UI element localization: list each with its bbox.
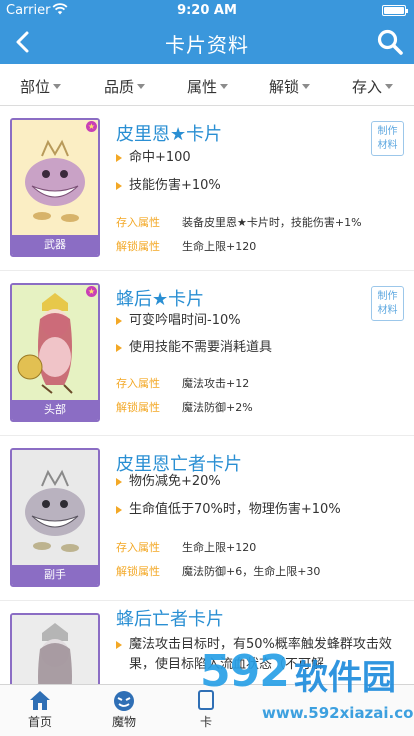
- monster-art-image: [12, 285, 98, 400]
- filter-label: 存入: [352, 78, 383, 96]
- bullet-triangle-icon: [116, 182, 122, 190]
- filter-label: 部位: [20, 78, 51, 96]
- star-quality-icon: ★: [86, 286, 97, 297]
- caret-down-icon: [220, 84, 229, 89]
- monster-art-image: [12, 450, 98, 565]
- caret-down-icon: [385, 84, 394, 89]
- card-effect: 命中+100: [116, 148, 400, 168]
- card-effect-text: 命中+100: [129, 150, 191, 165]
- nav-bar: 卡片资料: [0, 20, 414, 64]
- star-quality-icon: ★: [86, 121, 97, 132]
- monster-art-image: [12, 615, 98, 684]
- deposit-value: 魔法攻击+12: [182, 377, 250, 390]
- site-watermark: 592 软件园 www.592xiazai.com: [186, 636, 414, 736]
- card-effect-text: 技能伤害+10%: [129, 178, 221, 193]
- tab-label: 首页: [27, 715, 52, 729]
- watermark-url: www.592xiazai.com: [262, 704, 414, 722]
- card-effect-text: 生命值低于70%时，物理伤害+10%: [129, 502, 341, 517]
- unlock-label: 解锁属性: [116, 401, 160, 414]
- card-title: 蜂后★卡片: [116, 289, 205, 310]
- bullet-triangle-icon: [116, 317, 122, 325]
- tab-monster[interactable]: 魔物: [94, 689, 154, 730]
- card-title: 皮里恩★卡片: [116, 124, 223, 145]
- page-title: 卡片资料: [165, 33, 249, 57]
- deposit-attribute: 存入属性 装备皮里恩★卡片时，技能伤害+1%: [116, 214, 406, 230]
- tab-home[interactable]: 首页: [10, 689, 70, 730]
- deposit-value: 装备皮里恩★卡片时，技能伤害+1%: [182, 216, 362, 229]
- card-effect: 物伤减免+20%: [116, 472, 400, 492]
- card-row[interactable]: ★ 头部 蜂后★卡片 制作 材料 可变吟唱时间-10% 使用技能不需要消耗道具 存…: [0, 271, 414, 436]
- unlock-value: 魔法防御+6，生命上限+30: [182, 565, 321, 578]
- tab-label: 魔物: [111, 715, 136, 729]
- monster-art-image: [12, 120, 98, 235]
- caret-down-icon: [137, 84, 146, 89]
- card-title: 蜂后亡者卡片: [116, 609, 224, 630]
- watermark-name: 软件园: [294, 658, 396, 698]
- filter-unlock[interactable]: 解锁: [269, 76, 311, 97]
- card-effect: 生命值低于70%时，物理伤害+10%: [116, 500, 400, 520]
- card-row[interactable]: 副手 皮里恩亡者卡片 物伤减免+20% 生命值低于70%时，物理伤害+10% 存…: [0, 436, 414, 601]
- filter-attribute[interactable]: 属性: [187, 76, 229, 97]
- battery-icon: [382, 5, 408, 16]
- unlock-label: 解锁属性: [116, 565, 160, 578]
- bullet-triangle-icon: [116, 506, 122, 514]
- card-slot-label: 副手: [12, 565, 98, 585]
- unlock-label: 解锁属性: [116, 240, 160, 253]
- card-effect: 可变吟唱时间-10%: [116, 311, 400, 331]
- bullet-triangle-icon: [116, 154, 122, 162]
- filter-label: 属性: [187, 78, 218, 96]
- card-slot-label: 武器: [12, 235, 98, 255]
- deposit-attribute: 存入属性 生命上限+120: [116, 539, 406, 555]
- bullet-triangle-icon: [116, 641, 122, 649]
- deposit-label: 存入属性: [116, 377, 160, 390]
- unlock-value: 生命上限+120: [182, 240, 257, 253]
- search-icon[interactable]: [376, 28, 404, 56]
- home-icon: [30, 691, 50, 710]
- caret-down-icon: [302, 84, 311, 89]
- card-effect: 技能伤害+10%: [116, 176, 400, 196]
- deposit-label: 存入属性: [116, 541, 160, 554]
- card-effect-text: 可变吟唱时间-10%: [129, 313, 241, 328]
- bullet-triangle-icon: [116, 344, 122, 352]
- deposit-attribute: 存入属性 魔法攻击+12: [116, 375, 406, 391]
- unlock-attribute: 解锁属性 魔法防御+2%: [116, 399, 406, 415]
- filter-part[interactable]: 部位: [20, 76, 62, 97]
- filter-label: 品质: [104, 78, 135, 96]
- watermark-logo: 592: [200, 646, 290, 697]
- filter-quality[interactable]: 品质: [104, 76, 146, 97]
- card-effect-text: 物伤减免+20%: [129, 474, 221, 489]
- card-effect: 使用技能不需要消耗道具: [116, 338, 400, 358]
- filter-deposit[interactable]: 存入: [352, 76, 394, 97]
- deposit-value: 生命上限+120: [182, 541, 257, 554]
- card-slot-label: 头部: [12, 400, 98, 420]
- status-bar: Carrier 9:20 AM: [0, 0, 414, 20]
- card-thumbnail: [10, 613, 100, 684]
- card-thumbnail: ★ 武器: [10, 118, 100, 257]
- card-thumbnail: ★ 头部: [10, 283, 100, 422]
- filter-bar: 部位 品质 属性 解锁 存入: [0, 64, 414, 106]
- deposit-label: 存入属性: [116, 216, 160, 229]
- bullet-triangle-icon: [116, 478, 122, 486]
- unlock-attribute: 解锁属性 生命上限+120: [116, 238, 406, 254]
- unlock-value: 魔法防御+2%: [182, 401, 253, 414]
- clock: 9:20 AM: [177, 3, 237, 18]
- card-effect-text: 使用技能不需要消耗道具: [129, 340, 273, 355]
- card-row[interactable]: ★ 武器 皮里恩★卡片 制作 材料 命中+100 技能伤害+10% 存入属性 装备皮…: [0, 106, 414, 271]
- filter-label: 解锁: [269, 78, 300, 96]
- caret-down-icon: [53, 84, 62, 89]
- unlock-attribute: 解锁属性 魔法防御+6，生命上限+30: [116, 563, 406, 579]
- monster-icon: [114, 691, 134, 711]
- card-thumbnail: 副手: [10, 448, 100, 587]
